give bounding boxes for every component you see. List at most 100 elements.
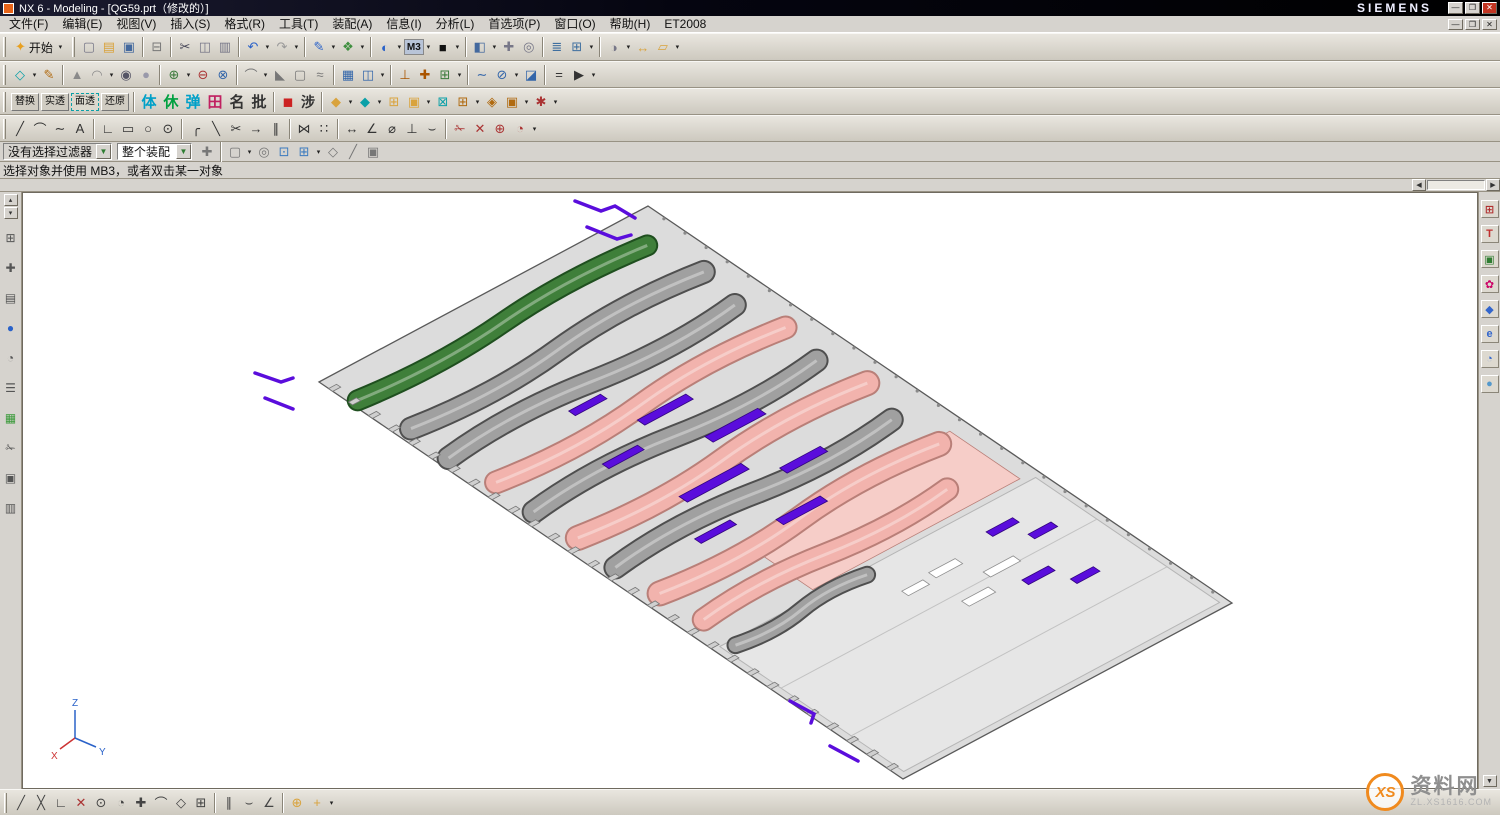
locked-doc-icon[interactable]: ▣ (2, 469, 20, 487)
dropdown-arrow[interactable]: ▾ (358, 37, 367, 57)
teal-diamond-icon[interactable]: ◆ (355, 92, 375, 112)
view-orient-icon[interactable]: ◐ (375, 37, 395, 57)
linear-dimension-icon[interactable]: ↔ (342, 119, 362, 139)
point-dialog-icon[interactable]: ⊕ (287, 793, 307, 813)
shell-icon[interactable]: ▢ (290, 65, 310, 85)
snap-arc-center-icon[interactable]: ⊙ (91, 793, 111, 813)
menu-help[interactable]: 帮助(H) (603, 17, 658, 32)
extrude-icon[interactable]: ▲ (67, 65, 87, 85)
dropdown-arrow[interactable]: ▾ (314, 142, 323, 162)
restore-button[interactable]: ❒ (1465, 2, 1480, 14)
hd3d-tools-icon[interactable]: ◆ (1481, 300, 1499, 318)
model-canvas[interactable]: Z X Y (23, 193, 1477, 788)
dock-collapse-up-button[interactable]: ▴ (4, 194, 18, 206)
unite-icon[interactable]: ⊕ (164, 65, 184, 85)
new-file-icon[interactable]: ▢ (79, 37, 99, 57)
snap-point-on-surface-icon[interactable]: ◇ (171, 793, 191, 813)
trim-curve-icon[interactable]: ✂ (226, 119, 246, 139)
copy-icon[interactable]: ◫ (195, 37, 215, 57)
dropdown-arrow[interactable]: ▾ (329, 37, 338, 57)
assembly-navigator-icon[interactable]: ⊞ (1481, 200, 1499, 218)
menu-view[interactable]: 视图(V) (109, 17, 163, 32)
menu-insert[interactable]: 插入(S) (163, 17, 217, 32)
clip-section-icon[interactable]: ◪ (521, 65, 541, 85)
toolbar-drag-handle[interactable] (3, 92, 6, 112)
shaded-display-icon[interactable]: ◧ (470, 37, 490, 57)
text-tool-icon[interactable]: A (70, 119, 90, 139)
menu-format[interactable]: 格式(R) (217, 17, 272, 32)
mark-char-icon[interactable]: 批 (248, 91, 270, 113)
notes-icon[interactable]: ▥ (2, 499, 20, 517)
point-constructor-icon[interactable]: + (307, 793, 327, 813)
toolbar-drag-handle[interactable] (3, 65, 6, 85)
pattern-feature-icon[interactable]: ▦ (338, 65, 358, 85)
sketch-icon[interactable]: ✎ (39, 65, 59, 85)
filter-edge-icon[interactable]: ╱ (343, 142, 363, 162)
view-m3-icon[interactable]: M3 (404, 39, 424, 55)
dropdown-arrow[interactable]: ▾ (522, 92, 531, 112)
thread-icon[interactable]: ≈ (310, 65, 330, 85)
dropdown-arrow[interactable]: ▾ (455, 65, 464, 85)
menu-file[interactable]: 文件(F) (2, 17, 55, 32)
datum-csys-icon[interactable]: ⊕ (490, 119, 510, 139)
orange-grid-icon[interactable]: ⊞ (453, 92, 473, 112)
diameter-dimension-icon[interactable]: ⌀ (382, 119, 402, 139)
dropdown-arrow[interactable]: ▾ (512, 65, 521, 85)
name-char-icon[interactable]: 名 (226, 91, 248, 113)
move-pad-icon[interactable]: ✚ (2, 259, 20, 277)
snap-two-lines-icon[interactable]: ∥ (219, 793, 239, 813)
dropdown-arrow[interactable]: ▾ (424, 37, 433, 57)
dropdown-arrow[interactable]: ▾ (263, 37, 272, 57)
dropdown-arrow[interactable]: ▾ (245, 142, 254, 162)
section-view-icon[interactable]: ⊘ (492, 65, 512, 85)
selection-filter-combo[interactable]: 没有选择过滤器 ▼ (3, 143, 112, 160)
tangent-constraint-icon[interactable]: ⌣ (422, 119, 442, 139)
snap-toggle-icon[interactable]: ✚ (197, 142, 217, 162)
spring-char-icon[interactable]: 弹 (182, 91, 204, 113)
subtract-icon[interactable]: ⊖ (193, 65, 213, 85)
toolbar-drag-handle[interactable] (3, 119, 6, 139)
chamfer-icon[interactable]: ◣ (270, 65, 290, 85)
snips-icon[interactable]: ✁ (2, 439, 20, 457)
scroll-left-button[interactable]: ◀ (1412, 179, 1426, 191)
menu-window[interactable]: 窗口(O) (547, 17, 602, 32)
graphics-viewport[interactable]: Z X Y (22, 192, 1478, 789)
dropdown-arrow[interactable]: ▾ (261, 65, 270, 85)
edge-blend-icon[interactable]: ⌒ (241, 65, 261, 85)
extend-curve-icon[interactable]: → (246, 119, 266, 139)
scroll-right-button[interactable]: ▶ (1486, 179, 1500, 191)
palette-icon[interactable]: ▦ (2, 409, 20, 427)
field-char-icon[interactable]: 田 (204, 91, 226, 113)
cut-icon[interactable]: ✂ (175, 37, 195, 57)
redo-icon[interactable]: ↷ (272, 37, 292, 57)
ellipse-icon[interactable]: ⊙ (158, 119, 178, 139)
assembly-constraint-icon[interactable]: ⊥ (395, 65, 415, 85)
snap-midpoint-icon[interactable]: ╳ (31, 793, 51, 813)
dropdown-arrow[interactable]: ▾ (530, 119, 539, 139)
menu-analysis[interactable]: 分析(L) (429, 17, 482, 32)
child-restore-button[interactable]: ❒ (1465, 19, 1480, 30)
offset-curve-icon[interactable]: ∥ (266, 119, 286, 139)
wave-geometry-icon[interactable]: ∼ (472, 65, 492, 85)
snap-endpoint-icon[interactable]: ╱ (11, 793, 31, 813)
layer-settings-icon[interactable]: ≣ (547, 37, 567, 57)
blue-sphere-icon[interactable]: ● (2, 319, 20, 337)
circle-icon[interactable]: ○ (138, 119, 158, 139)
menu-et2008[interactable]: ET2008 (657, 17, 713, 32)
dropdown-arrow[interactable]: ▾ (490, 37, 499, 57)
toolbar-drag-handle[interactable] (4, 793, 7, 813)
inside-select-icon[interactable]: ⊡ (274, 142, 294, 162)
mirror-feature-icon[interactable]: ◫ (358, 65, 378, 85)
red-cube-icon[interactable]: ◼ (278, 92, 298, 112)
dropdown-arrow[interactable]: ▾ (589, 65, 598, 85)
dropdown-arrow[interactable]: ▾ (378, 65, 387, 85)
face-translucent-button[interactable]: 面透 (71, 93, 99, 111)
menu-information[interactable]: 信息(I) (379, 17, 428, 32)
orange-diamond-icon[interactable]: ◈ (482, 92, 502, 112)
yellow-grid-icon[interactable]: ⊞ (384, 92, 404, 112)
sheet-icon[interactable]: ▤ (2, 289, 20, 307)
system-materials-icon[interactable]: ● (1481, 375, 1499, 393)
clock-tool-icon[interactable]: ◔ (510, 119, 530, 139)
snap-point-on-curve-icon[interactable]: ⌒ (151, 793, 171, 813)
reuse-library-icon[interactable]: ✿ (1481, 275, 1499, 293)
